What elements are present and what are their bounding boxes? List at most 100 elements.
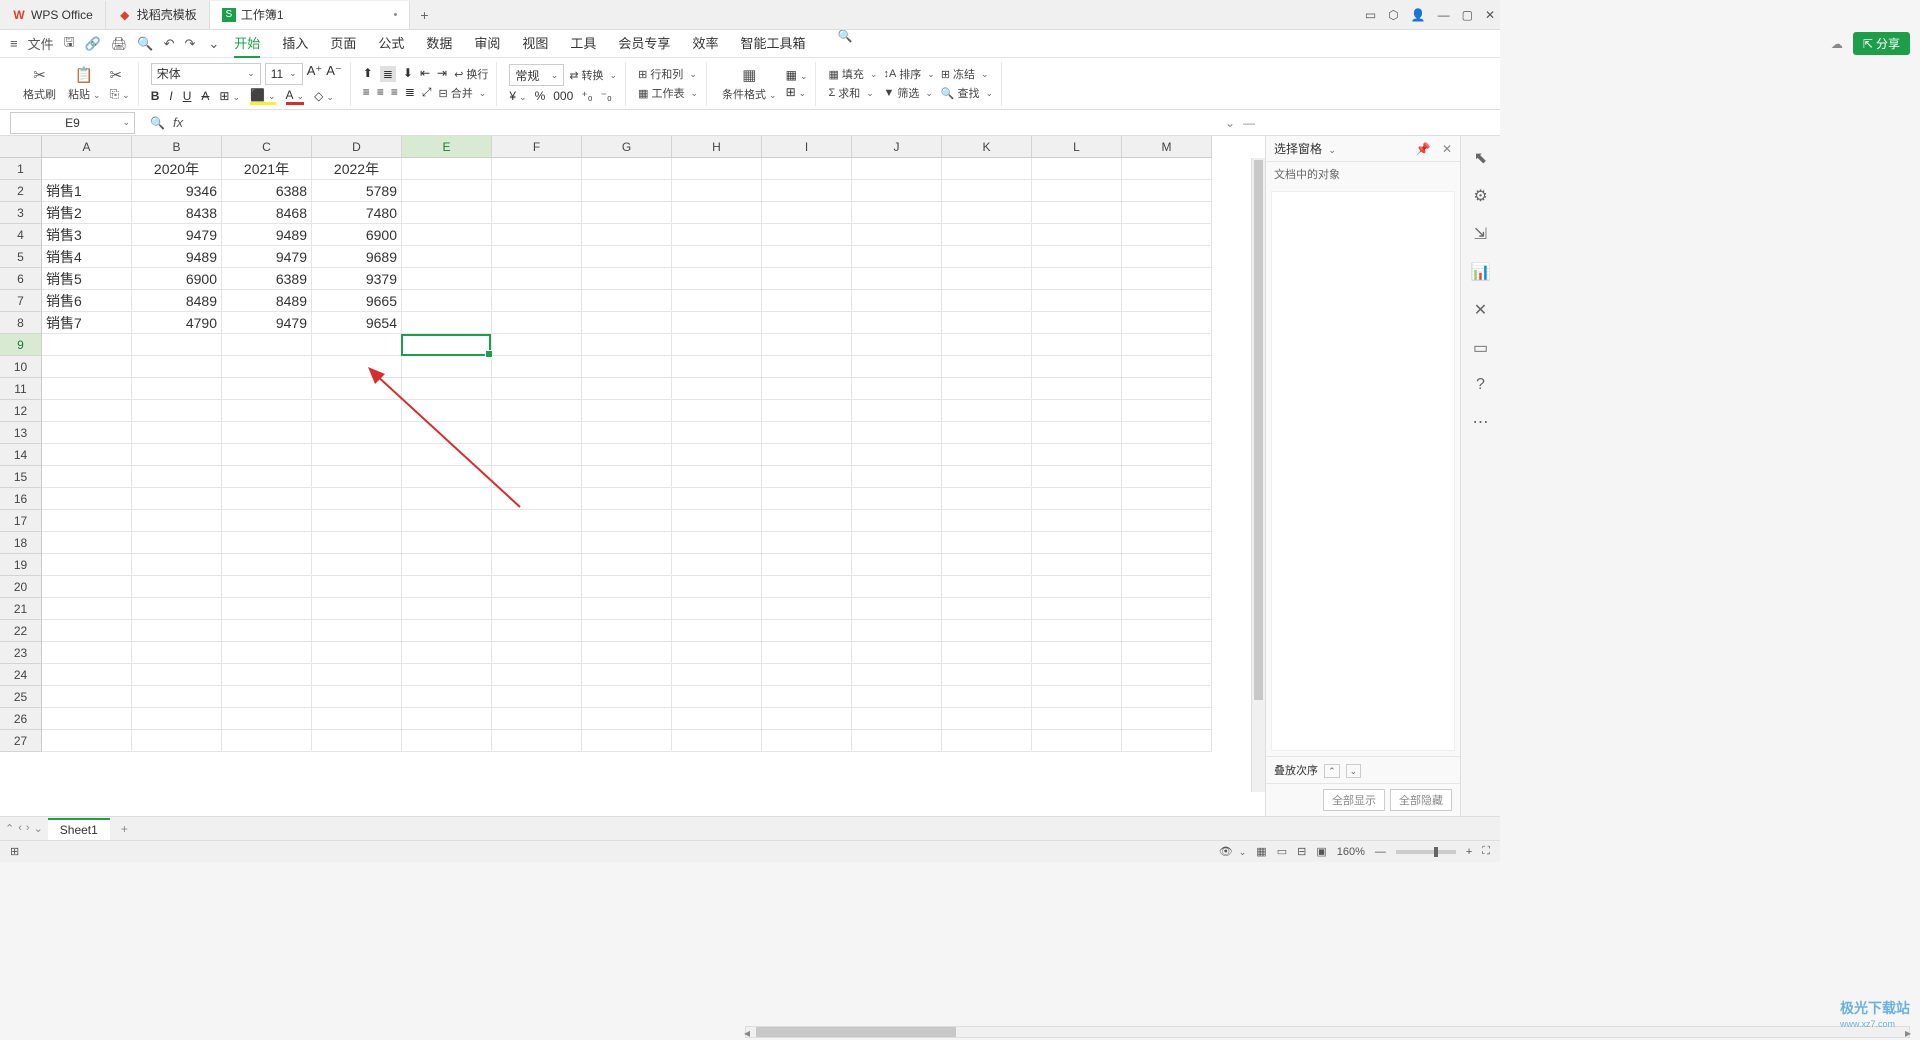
sheet-next-icon[interactable]: › xyxy=(26,822,30,835)
cell-J15[interactable] xyxy=(852,466,942,488)
cell-J26[interactable] xyxy=(852,708,942,730)
file-menu[interactable]: 文件 xyxy=(28,34,54,53)
align-top-icon[interactable]: ⬆ xyxy=(363,66,373,82)
row-header-19[interactable]: 19 xyxy=(0,554,42,576)
cell-B21[interactable] xyxy=(132,598,222,620)
cell-G14[interactable] xyxy=(582,444,672,466)
cell-A27[interactable] xyxy=(42,730,132,752)
cell-D19[interactable] xyxy=(312,554,402,576)
cell-A12[interactable] xyxy=(42,400,132,422)
cell-E13[interactable] xyxy=(402,422,492,444)
cell-H24[interactable] xyxy=(672,664,762,686)
cell-C24[interactable] xyxy=(222,664,312,686)
cell-J23[interactable] xyxy=(852,642,942,664)
cell-H15[interactable] xyxy=(672,466,762,488)
cell-E4[interactable] xyxy=(402,224,492,246)
cell-G24[interactable] xyxy=(582,664,672,686)
cell-L5[interactable] xyxy=(1032,246,1122,268)
cell-K1[interactable] xyxy=(942,158,1032,180)
row-header-16[interactable]: 16 xyxy=(0,488,42,510)
cell-F23[interactable] xyxy=(492,642,582,664)
tab-tools[interactable]: 工具 xyxy=(570,29,596,58)
thousand-icon[interactable]: 000 xyxy=(553,89,573,103)
cell-D8[interactable]: 9654 xyxy=(312,312,402,334)
cell-E23[interactable] xyxy=(402,642,492,664)
view-reading-icon[interactable]: ▣ xyxy=(1316,845,1326,858)
layout-tool-icon[interactable]: ▭ xyxy=(1473,338,1488,358)
row-header-8[interactable]: 8 xyxy=(0,312,42,334)
sheet-first-icon[interactable]: ⌃ xyxy=(5,822,14,835)
cell-J21[interactable] xyxy=(852,598,942,620)
cell-A17[interactable] xyxy=(42,510,132,532)
cell-A6[interactable]: 销售5 xyxy=(42,268,132,290)
cell-J22[interactable] xyxy=(852,620,942,642)
cell-C16[interactable] xyxy=(222,488,312,510)
cell-F11[interactable] xyxy=(492,378,582,400)
cell-K17[interactable] xyxy=(942,510,1032,532)
dec-dec-icon[interactable]: ⁻₀ xyxy=(601,89,612,103)
font-color-icon[interactable]: A⌄ xyxy=(286,88,305,105)
cell-D17[interactable] xyxy=(312,510,402,532)
cell-H1[interactable] xyxy=(672,158,762,180)
cell-C5[interactable]: 9479 xyxy=(222,246,312,268)
decrease-font-icon[interactable]: A⁻ xyxy=(326,63,342,85)
cell-E7[interactable] xyxy=(402,290,492,312)
hide-all-button[interactable]: 全部隐藏 xyxy=(1390,789,1452,811)
tab-formula[interactable]: 公式 xyxy=(378,29,404,58)
cell-B15[interactable] xyxy=(132,466,222,488)
more-tool-icon[interactable]: ⋯ xyxy=(1473,412,1489,432)
cell-I23[interactable] xyxy=(762,642,852,664)
cell-L6[interactable] xyxy=(1032,268,1122,290)
row-header-14[interactable]: 14 xyxy=(0,444,42,466)
cell-G22[interactable] xyxy=(582,620,672,642)
cell-L2[interactable] xyxy=(1032,180,1122,202)
col-header-L[interactable]: L xyxy=(1032,136,1122,158)
cell-F5[interactable] xyxy=(492,246,582,268)
cell-B2[interactable]: 9346 xyxy=(132,180,222,202)
cell-D5[interactable]: 9689 xyxy=(312,246,402,268)
cell-H26[interactable] xyxy=(672,708,762,730)
copy-icon[interactable]: ⎘⌄ xyxy=(110,87,130,102)
sheet-last-icon[interactable]: ⌄ xyxy=(34,822,43,835)
number-format-select[interactable]: 常规⌄ xyxy=(509,64,564,86)
cell-D10[interactable] xyxy=(312,356,402,378)
sum-button[interactable]: Σ求和⌄ xyxy=(828,85,877,101)
cell-B12[interactable] xyxy=(132,400,222,422)
cell-G6[interactable] xyxy=(582,268,672,290)
cell-K20[interactable] xyxy=(942,576,1032,598)
cell-H25[interactable] xyxy=(672,686,762,708)
cell-L25[interactable] xyxy=(1032,686,1122,708)
cell-H22[interactable] xyxy=(672,620,762,642)
cell-J4[interactable] xyxy=(852,224,942,246)
save-icon[interactable]: 🖫 xyxy=(64,33,75,55)
cell-I27[interactable] xyxy=(762,730,852,752)
fullscreen-icon[interactable]: ⛶ xyxy=(1482,845,1490,858)
cell-E25[interactable] xyxy=(402,686,492,708)
cell-H6[interactable] xyxy=(672,268,762,290)
cell-E3[interactable] xyxy=(402,202,492,224)
cell-A7[interactable]: 销售6 xyxy=(42,290,132,312)
cell-C6[interactable]: 6389 xyxy=(222,268,312,290)
share-button[interactable]: ⇱ 分享 xyxy=(1853,32,1910,55)
cell-L9[interactable] xyxy=(1032,334,1122,356)
rowcol-button[interactable]: ⊞行和列⌄ xyxy=(638,66,698,82)
cell-K11[interactable] xyxy=(942,378,1032,400)
cell-B17[interactable] xyxy=(132,510,222,532)
cell-G3[interactable] xyxy=(582,202,672,224)
cell-G17[interactable] xyxy=(582,510,672,532)
cell-K23[interactable] xyxy=(942,642,1032,664)
indent-inc-icon[interactable]: ⇥ xyxy=(437,66,447,82)
align-bot-icon[interactable]: ⬇ xyxy=(403,66,413,82)
avatar-icon[interactable]: 👤 xyxy=(1411,8,1426,22)
cut-icon[interactable]: ✂ xyxy=(110,66,130,84)
cell-B26[interactable] xyxy=(132,708,222,730)
merge-button[interactable]: ⊟合并⌄ xyxy=(439,85,487,101)
cell-M18[interactable] xyxy=(1122,532,1212,554)
cell-M1[interactable] xyxy=(1122,158,1212,180)
find-button[interactable]: 🔍查找⌄ xyxy=(941,85,993,101)
row-header-17[interactable]: 17 xyxy=(0,510,42,532)
cell-A21[interactable] xyxy=(42,598,132,620)
cell-D18[interactable] xyxy=(312,532,402,554)
cell-I3[interactable] xyxy=(762,202,852,224)
cell-M15[interactable] xyxy=(1122,466,1212,488)
